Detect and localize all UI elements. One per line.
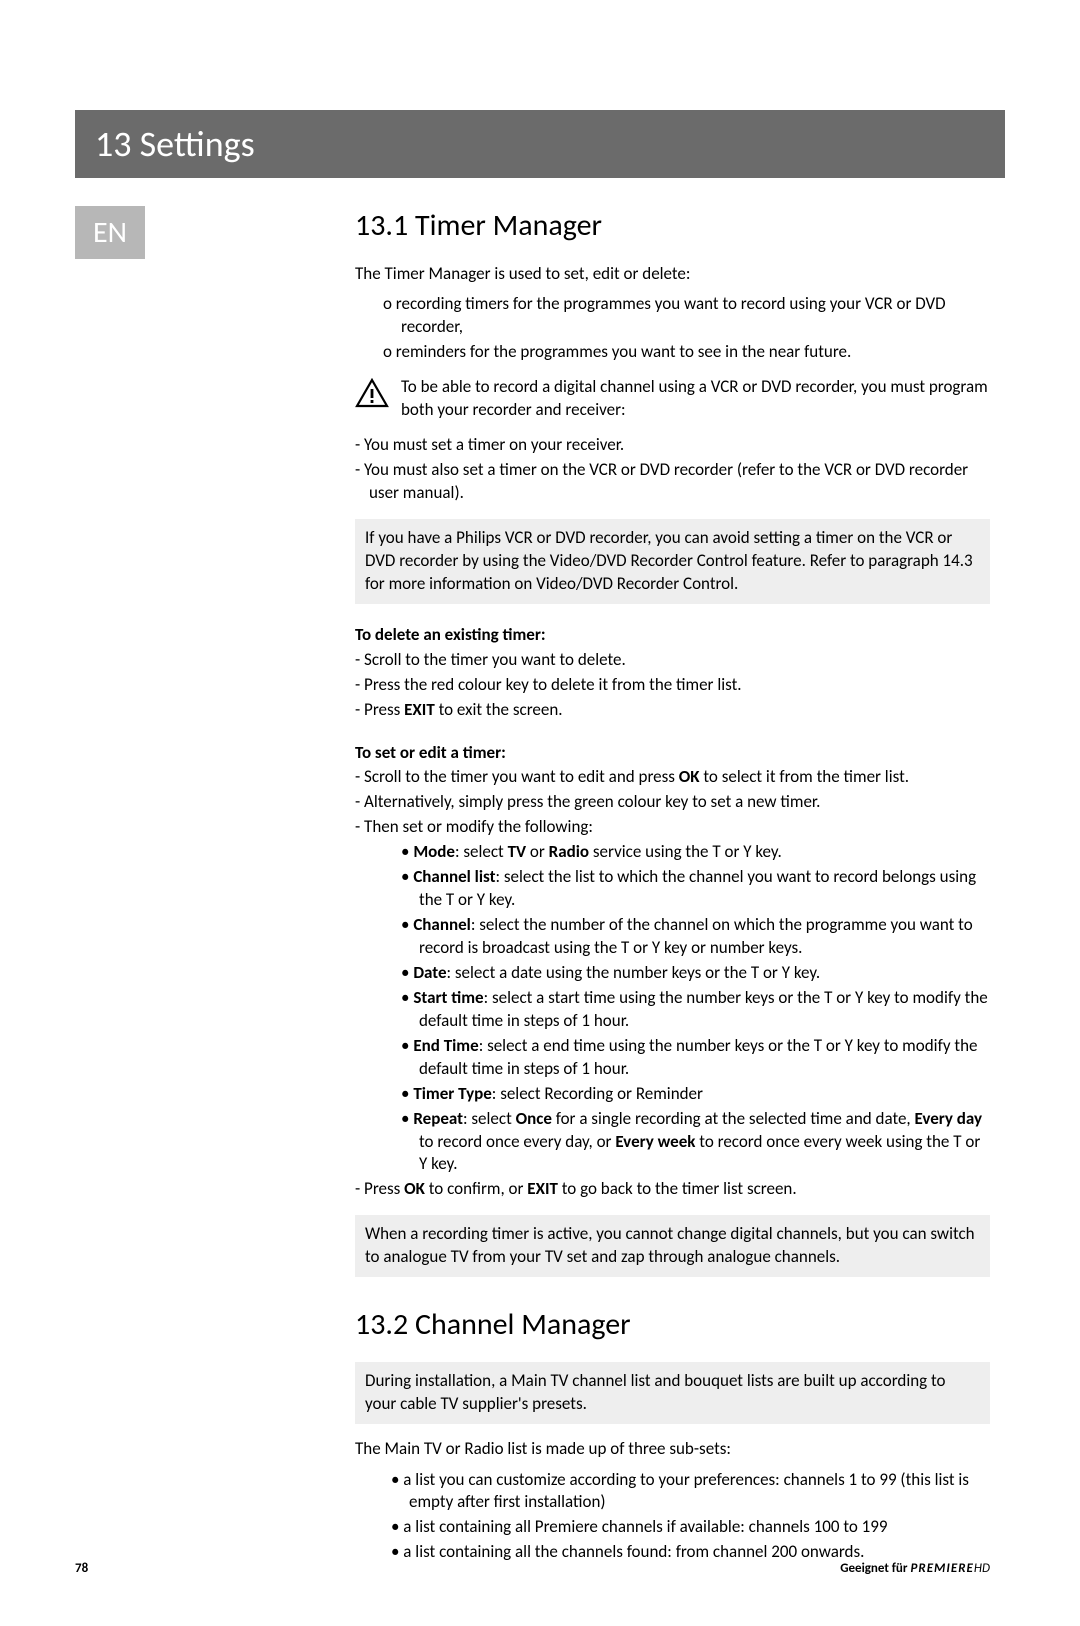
list-item: • Channel: select the number of the chan… bbox=[401, 914, 990, 960]
chapter-number: 13 bbox=[95, 122, 132, 166]
delete-steps: - Scroll to the timer you want to delete… bbox=[355, 649, 990, 722]
language-badge: EN bbox=[75, 206, 145, 259]
warning-icon bbox=[355, 378, 389, 408]
warning-list: - You must set a timer on your receiver.… bbox=[355, 434, 990, 505]
list-item: - Alternatively, simply press the green … bbox=[355, 791, 990, 814]
list-item: • Repeat: select Once for a single recor… bbox=[401, 1108, 990, 1177]
subset-bullets: • a list you can customize according to … bbox=[391, 1469, 990, 1565]
list-item: • Timer Type: select Recording or Remind… bbox=[401, 1083, 990, 1106]
info-box: If you have a Philips VCR or DVD recorde… bbox=[355, 519, 990, 604]
list-item: • Channel list: select the list to which… bbox=[401, 866, 990, 912]
list-item: - Press OK to confirm, or EXIT to go bac… bbox=[355, 1178, 990, 1201]
delete-timer-heading: To delete an existing timer: bbox=[355, 624, 990, 647]
para: The Main TV or Radio list is made up of … bbox=[355, 1438, 990, 1461]
list-item: o recording timers for the programmes yo… bbox=[383, 293, 990, 339]
footer-brand: Geeignet für PREMIEREHD bbox=[840, 1561, 990, 1576]
set-steps-bottom: - Press OK to confirm, or EXIT to go bac… bbox=[355, 1178, 990, 1201]
set-timer-heading: To set or edit a timer: bbox=[355, 742, 990, 765]
list-item: • End Time: select a end time using the … bbox=[401, 1035, 990, 1081]
list-item: - Press the red colour key to delete it … bbox=[355, 674, 990, 697]
info-box: When a recording timer is active, you ca… bbox=[355, 1215, 990, 1277]
list-item: - Scroll to the timer you want to delete… bbox=[355, 649, 990, 672]
list-item: - Then set or modify the following: bbox=[355, 816, 990, 839]
list-item: - You must set a timer on your receiver. bbox=[355, 434, 990, 457]
warning-text: To be able to record a digital channel u… bbox=[401, 376, 990, 422]
section-heading-13-1: 13.1 Timer Manager bbox=[355, 206, 990, 247]
page-number: 78 bbox=[75, 1561, 88, 1576]
list-item: • Mode: select TV or Radio service using… bbox=[401, 841, 990, 864]
set-sub-bullets: • Mode: select TV or Radio service using… bbox=[401, 841, 990, 1176]
list-item: - You must also set a timer on the VCR o… bbox=[355, 459, 990, 505]
warning-block: To be able to record a digital channel u… bbox=[355, 376, 990, 422]
chapter-title: Settings bbox=[140, 122, 255, 166]
intro-text: The Timer Manager is used to set, edit o… bbox=[355, 263, 990, 286]
list-item: • Start time: select a start time using … bbox=[401, 987, 990, 1033]
intro-list: o recording timers for the programmes yo… bbox=[383, 293, 990, 364]
list-item: o reminders for the programmes you want … bbox=[383, 341, 990, 364]
set-steps: - Scroll to the timer you want to edit a… bbox=[355, 766, 990, 839]
list-item: - Press EXIT to exit the screen. bbox=[355, 699, 990, 722]
page-footer: 78 Geeignet für PREMIEREHD bbox=[75, 1561, 990, 1576]
info-box: During installation, a Main TV channel l… bbox=[355, 1362, 990, 1424]
list-item: • a list you can customize according to … bbox=[391, 1469, 990, 1515]
main-content: 13.1 Timer Manager The Timer Manager is … bbox=[355, 206, 990, 1566]
list-item: • Date: select a date using the number k… bbox=[401, 962, 990, 985]
list-item: - Scroll to the timer you want to edit a… bbox=[355, 766, 990, 789]
chapter-heading: 13 Settings bbox=[75, 110, 1005, 178]
section-heading-13-2: 13.2 Channel Manager bbox=[355, 1305, 990, 1346]
